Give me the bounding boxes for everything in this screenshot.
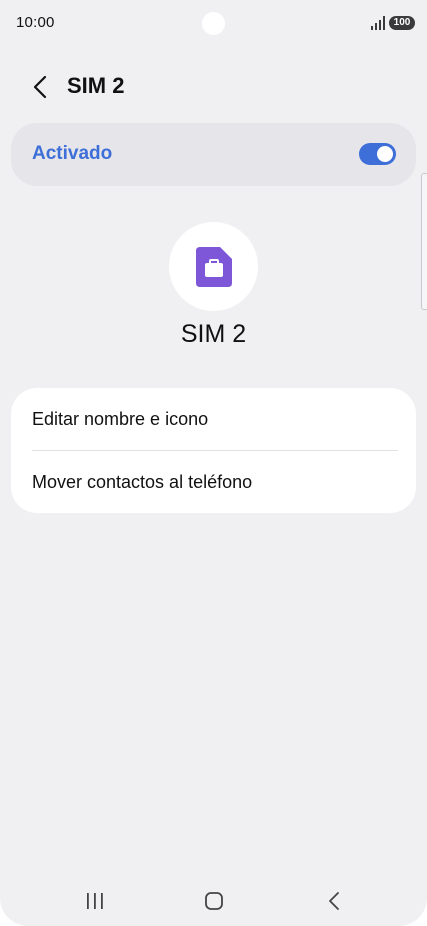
- sim-name: SIM 2: [180, 320, 247, 348]
- screen: 10:00 100 SIM 2 Activado SIM 2 Editar no…: [0, 0, 427, 926]
- nav-back-button[interactable]: [312, 884, 356, 918]
- status-time: 10:00: [16, 14, 55, 31]
- recents-icon: [87, 893, 103, 909]
- sim-card-briefcase-icon: [195, 246, 232, 287]
- option-label: Editar nombre e icono: [32, 409, 209, 429]
- battery-indicator: 100: [389, 16, 415, 30]
- options-card: Editar nombre e icono Mover contactos al…: [11, 388, 416, 513]
- move-contacts-option[interactable]: Mover contactos al teléfono: [11, 451, 416, 513]
- option-label: Mover contactos al teléfono: [32, 472, 253, 492]
- back-icon: [329, 892, 339, 910]
- edit-name-icon-option[interactable]: Editar nombre e icono: [11, 388, 416, 450]
- sim-enable-row[interactable]: Activado: [11, 123, 416, 186]
- home-icon: [205, 892, 223, 910]
- recents-button[interactable]: [73, 884, 117, 918]
- sim-icon-button[interactable]: [169, 222, 258, 311]
- enable-switch[interactable]: [359, 143, 396, 165]
- home-button[interactable]: [192, 884, 236, 918]
- camera-cutout: [202, 12, 225, 35]
- signal-bars-icon: [371, 16, 385, 30]
- scrollbar[interactable]: [421, 173, 427, 310]
- switch-knob: [377, 146, 393, 162]
- back-button[interactable]: [26, 72, 54, 102]
- page-title: SIM 2: [67, 73, 125, 98]
- chevron-left-icon: [33, 75, 47, 99]
- toggle-label: Activado: [32, 143, 113, 164]
